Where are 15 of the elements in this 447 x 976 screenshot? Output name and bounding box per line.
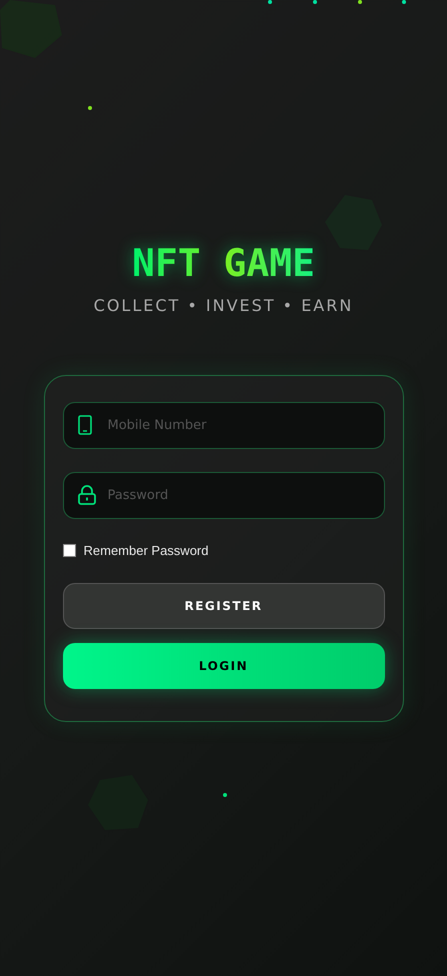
glow-dot [88,106,92,110]
phone-icon [78,415,92,435]
remember-label: Remember Password [84,542,208,560]
checkbox[interactable] [62,544,76,558]
input-field[interactable]: Mobile Number [62,402,384,449]
input-field[interactable]: Password [62,472,384,519]
glow-dot [358,0,362,4]
register-button[interactable]: REGISTER [62,582,384,628]
lock-icon [78,485,96,505]
login-button[interactable]: LOGIN [62,642,384,688]
glow-dot [313,0,317,4]
tagline: COLLECT • INVEST • EARN [94,295,354,317]
glow-dot [268,0,272,4]
glow-dot [223,793,227,797]
glow-dot [402,0,406,4]
